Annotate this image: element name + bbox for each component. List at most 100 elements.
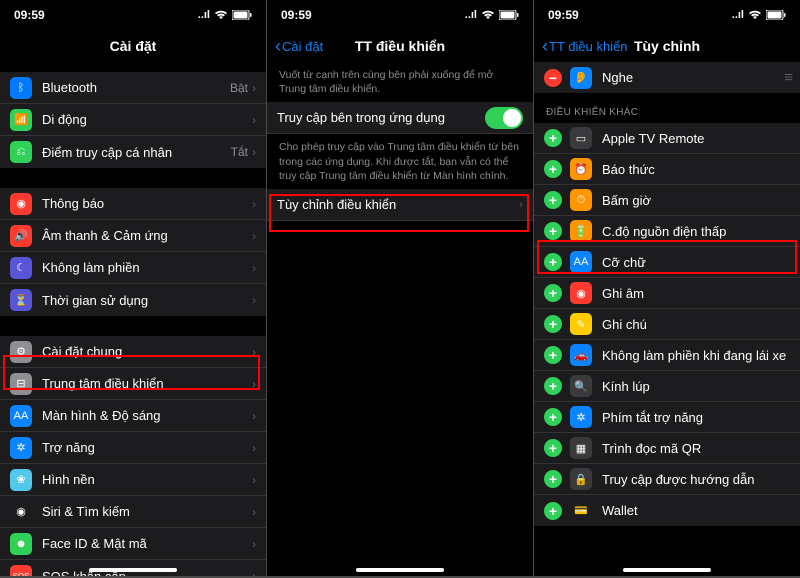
row-icon: ✎ — [570, 313, 592, 335]
row-icon: ⚙ — [10, 341, 32, 363]
settings-row[interactable]: +🔋C.độ nguồn điện thấp — [534, 216, 800, 247]
chevron-left-icon: ‹ — [275, 36, 281, 57]
battery-icon — [499, 10, 519, 20]
row-icon: ❀ — [10, 469, 32, 491]
page-title: Tùy chỉnh — [634, 38, 700, 54]
add-button[interactable]: + — [544, 408, 562, 426]
chevron-right-icon: › — [252, 229, 256, 243]
wifi-icon — [481, 10, 495, 20]
settings-row[interactable]: −👂Nghe≡ — [534, 62, 800, 93]
row-icon: SOS — [10, 565, 32, 576]
remove-button[interactable]: − — [544, 69, 562, 87]
chevron-right-icon: › — [252, 537, 256, 551]
settings-row[interactable]: ✲Trợ năng› — [0, 432, 266, 464]
add-button[interactable]: + — [544, 253, 562, 271]
add-button[interactable]: + — [544, 346, 562, 364]
settings-row[interactable]: +✲Phím tắt trợ năng — [534, 402, 800, 433]
home-indicator[interactable] — [623, 568, 711, 572]
nav-bar: ‹ TT điều khiển Tùy chỉnh — [534, 30, 800, 62]
chevron-right-icon: › — [252, 113, 256, 127]
settings-row[interactable]: ☾Không làm phiền› — [0, 252, 266, 284]
settings-row[interactable]: + 🚗 Không làm phiền khi đang lái xe — [534, 340, 800, 371]
row-icon: ◉ — [10, 501, 32, 523]
back-button[interactable]: ‹ TT điều khiển — [542, 36, 628, 57]
settings-row[interactable]: ⚙Cài đặt chung› — [0, 336, 266, 368]
settings-row[interactable]: ◉Thông báo› — [0, 188, 266, 220]
row-icon: AA — [570, 251, 592, 273]
row-icon: 🚗 — [570, 344, 592, 366]
add-button[interactable]: + — [544, 129, 562, 147]
settings-row[interactable]: AAMàn hình & Độ sáng› — [0, 400, 266, 432]
settings-row[interactable]: ᛒBluetoothBật› — [0, 72, 266, 104]
row-label: Cỡ chữ — [602, 255, 790, 270]
settings-row[interactable]: ◉Siri & Tìm kiếm› — [0, 496, 266, 528]
row-label: Trình đọc mã QR — [602, 441, 790, 456]
home-indicator[interactable] — [89, 568, 177, 572]
row-icon: ▭ — [570, 127, 592, 149]
row-label: Hình nền — [42, 472, 252, 487]
settings-row[interactable]: +💳Wallet — [534, 495, 800, 526]
status-time: 09:59 — [281, 8, 312, 22]
add-button[interactable]: + — [544, 439, 562, 457]
row-label: Báo thức — [602, 162, 790, 177]
settings-row[interactable]: ⏳Thời gian sử dụng› — [0, 284, 266, 316]
settings-group-3: ⚙Cài đặt chung›⊟Trung tâm điều khiển›AAM… — [0, 336, 266, 576]
add-button[interactable]: + — [544, 222, 562, 240]
back-label: Cài đặt — [282, 39, 323, 54]
add-button[interactable]: + — [544, 160, 562, 178]
row-customize-controls[interactable]: Tùy chỉnh điều khiển › — [267, 189, 533, 221]
settings-row[interactable]: +◉Ghi âm — [534, 278, 800, 309]
row-label: Thông báo — [42, 196, 252, 211]
settings-row[interactable]: ☻Face ID & Mật mã› — [0, 528, 266, 560]
drag-handle-icon[interactable]: ≡ — [784, 69, 790, 86]
row-label: Kính lúp — [602, 379, 790, 394]
add-button[interactable]: + — [544, 377, 562, 395]
settings-row[interactable]: +▦Trình đọc mã QR — [534, 433, 800, 464]
status-time: 09:59 — [548, 8, 579, 22]
row-icon: ⎌ — [10, 141, 32, 163]
add-button[interactable]: + — [544, 470, 562, 488]
settings-row[interactable]: +⏰Báo thức — [534, 154, 800, 185]
row-label: Truy cập được hướng dẫn — [602, 472, 790, 487]
chevron-right-icon: › — [252, 145, 256, 159]
settings-row[interactable]: +🔍Kính lúp — [534, 371, 800, 402]
row-label: Apple TV Remote — [602, 131, 790, 146]
add-button[interactable]: + — [544, 191, 562, 209]
settings-row[interactable]: ⎌Điểm truy cập cá nhânTắt› — [0, 136, 266, 168]
nav-bar: ‹ Cài đặt TT điều khiển — [267, 30, 533, 62]
settings-row[interactable]: + AA Cỡ chữ — [534, 247, 800, 278]
settings-row[interactable]: +⏱Bấm giờ — [534, 185, 800, 216]
back-button[interactable]: ‹ Cài đặt — [275, 36, 323, 57]
row-icon: AA — [10, 405, 32, 427]
settings-row[interactable]: +✎Ghi chú — [534, 309, 800, 340]
row-label: Trợ năng — [42, 440, 252, 455]
status-time: 09:59 — [14, 8, 45, 22]
row-icon: 🔒 — [570, 468, 592, 490]
settings-row[interactable]: + 🔒 Truy cập được hướng dẫn — [534, 464, 800, 495]
row-label: Thời gian sử dụng — [42, 293, 252, 308]
row-icon: 👂 — [570, 67, 592, 89]
settings-row[interactable]: ❀ Hình nền› — [0, 464, 266, 496]
settings-row[interactable]: 📶Di động› — [0, 104, 266, 136]
row-label: Trung tâm điều khiển — [42, 376, 252, 391]
add-button[interactable]: + — [544, 502, 562, 520]
more-controls-header: ĐIỀU KHIỂN KHÁC — [534, 93, 800, 123]
row-label: Không làm phiền khi đang lái xe — [602, 348, 790, 363]
row-label: Di động — [42, 112, 252, 127]
add-button[interactable]: + — [544, 315, 562, 333]
home-indicator[interactable] — [356, 568, 444, 572]
row-access-in-apps[interactable]: Truy cập bên trong ứng dụng — [267, 102, 533, 134]
chevron-right-icon: › — [252, 473, 256, 487]
add-button[interactable]: + — [544, 284, 562, 302]
row-icon: 💳 — [570, 500, 592, 522]
chevron-right-icon: › — [252, 409, 256, 423]
settings-row[interactable]: ⊟Trung tâm điều khiển› — [0, 368, 266, 400]
row-icon: ᛒ — [10, 77, 32, 99]
toggle-access[interactable] — [485, 107, 523, 129]
settings-row[interactable]: + ▭ Apple TV Remote — [534, 123, 800, 154]
row-label: Bấm giờ — [602, 193, 790, 208]
row-icon: ☻ — [10, 533, 32, 555]
footnote-swipe: Vuốt từ cạnh trên cùng bên phải xuống để… — [267, 62, 533, 102]
nav-bar: Cài đặt — [0, 30, 266, 62]
settings-row[interactable]: 🔊Âm thanh & Cảm ứng› — [0, 220, 266, 252]
